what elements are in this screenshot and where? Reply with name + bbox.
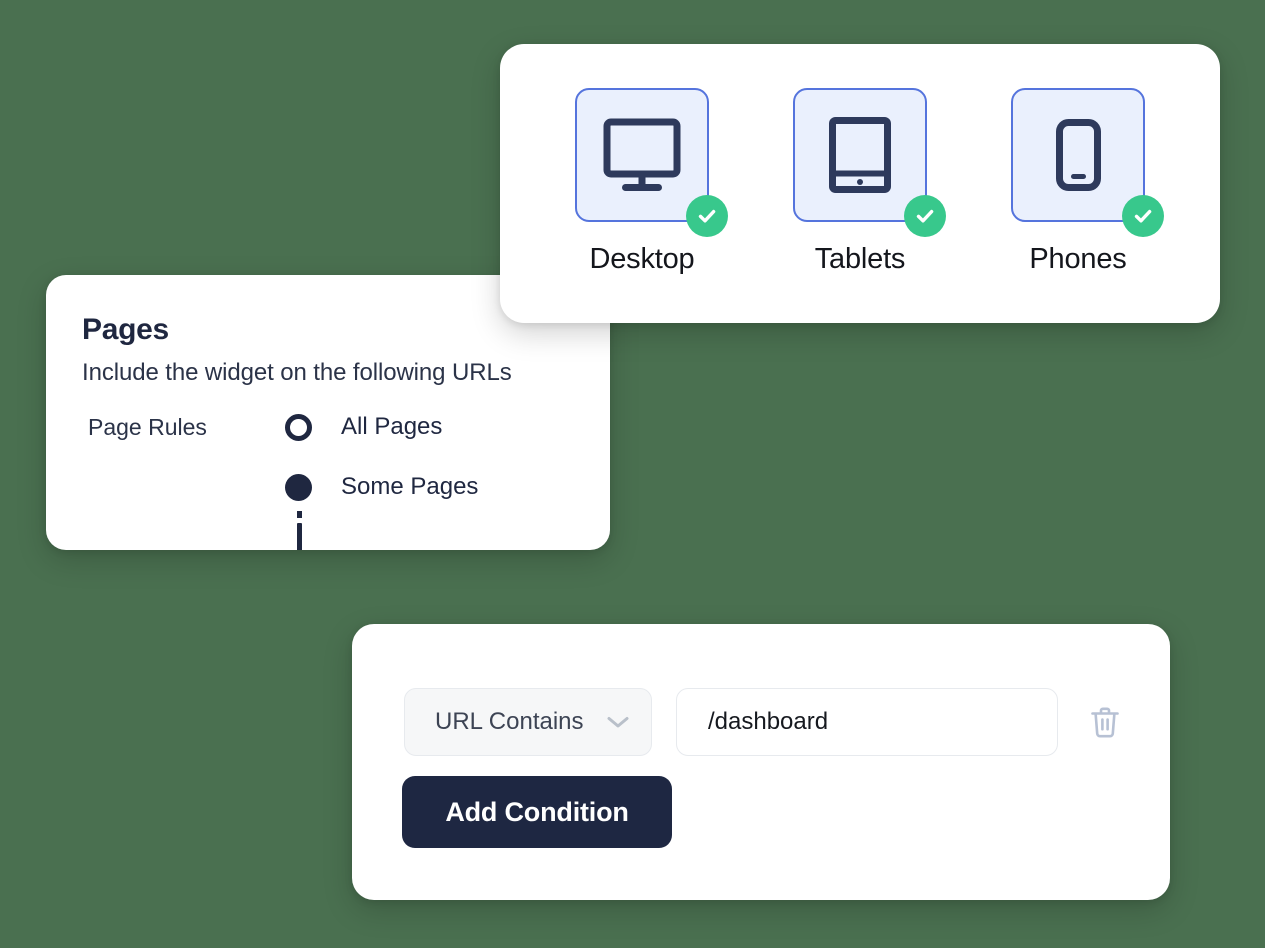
add-condition-label: Add Condition [445, 796, 629, 827]
device-tile-phones[interactable] [1011, 88, 1145, 222]
page-rules-label: Page Rules [88, 414, 207, 440]
desktop-monitor-icon [603, 118, 681, 191]
radio-icon-some-pages[interactable] [285, 473, 312, 501]
device-tile-wrap-tablets [793, 88, 946, 237]
device-label-phones: Phones [1029, 243, 1127, 275]
device-option-phones[interactable]: Phones [1010, 88, 1164, 276]
check-icon [916, 209, 934, 223]
condition-operator-select[interactable]: URL Contains [404, 688, 652, 756]
tablet-icon [829, 117, 891, 193]
radio-icon-all-pages[interactable] [285, 413, 312, 441]
devices-card: Desktop Tablets Phones [500, 44, 1220, 323]
trash-icon[interactable] [1090, 706, 1120, 739]
check-icon [1134, 209, 1152, 223]
conditions-card: URL Contains /dashboard Add Condition [352, 624, 1170, 900]
radio-option-some-pages[interactable]: Some Pages [285, 467, 478, 507]
check-icon [698, 209, 716, 223]
add-condition-button[interactable]: Add Condition [402, 776, 672, 848]
chevron-down-icon[interactable] [606, 715, 630, 729]
radio-label-some-pages: Some Pages [341, 473, 479, 500]
device-label-tablets: Tablets [814, 243, 906, 275]
device-tile-wrap-desktop [575, 88, 728, 237]
device-tile-tablets[interactable] [793, 88, 927, 222]
device-check-badge-tablets [904, 195, 946, 237]
device-check-badge-phones [1122, 195, 1164, 237]
device-check-badge-desktop [686, 195, 728, 237]
device-option-desktop[interactable]: Desktop [574, 88, 728, 276]
device-label-desktop: Desktop [589, 243, 695, 275]
phone-icon [1055, 119, 1101, 191]
condition-value-input[interactable]: /dashboard [676, 688, 1058, 756]
condition-row: URL Contains /dashboard [404, 688, 1126, 756]
devices-row: Desktop Tablets Phones [500, 88, 1220, 276]
screen-root: Desktop Tablets Phones Pages Include the… [0, 0, 1265, 948]
condition-operator-value: URL Contains [435, 708, 584, 735]
condition-value-text: /dashboard [708, 708, 829, 735]
device-tile-desktop[interactable] [575, 88, 709, 222]
pages-subtitle: Include the widget on the following URLs [82, 359, 512, 386]
radio-option-all-pages[interactable]: All Pages [285, 407, 478, 447]
radio-label-all-pages: All Pages [341, 413, 443, 440]
clipped-radio-stub [297, 511, 302, 550]
page-title: Pages [82, 313, 169, 346]
device-tile-wrap-phones [1011, 88, 1164, 237]
device-option-tablets[interactable]: Tablets [792, 88, 946, 276]
delete-condition-button[interactable] [1084, 699, 1126, 745]
page-rules-radio-group: All Pages Some Pages [285, 407, 478, 527]
